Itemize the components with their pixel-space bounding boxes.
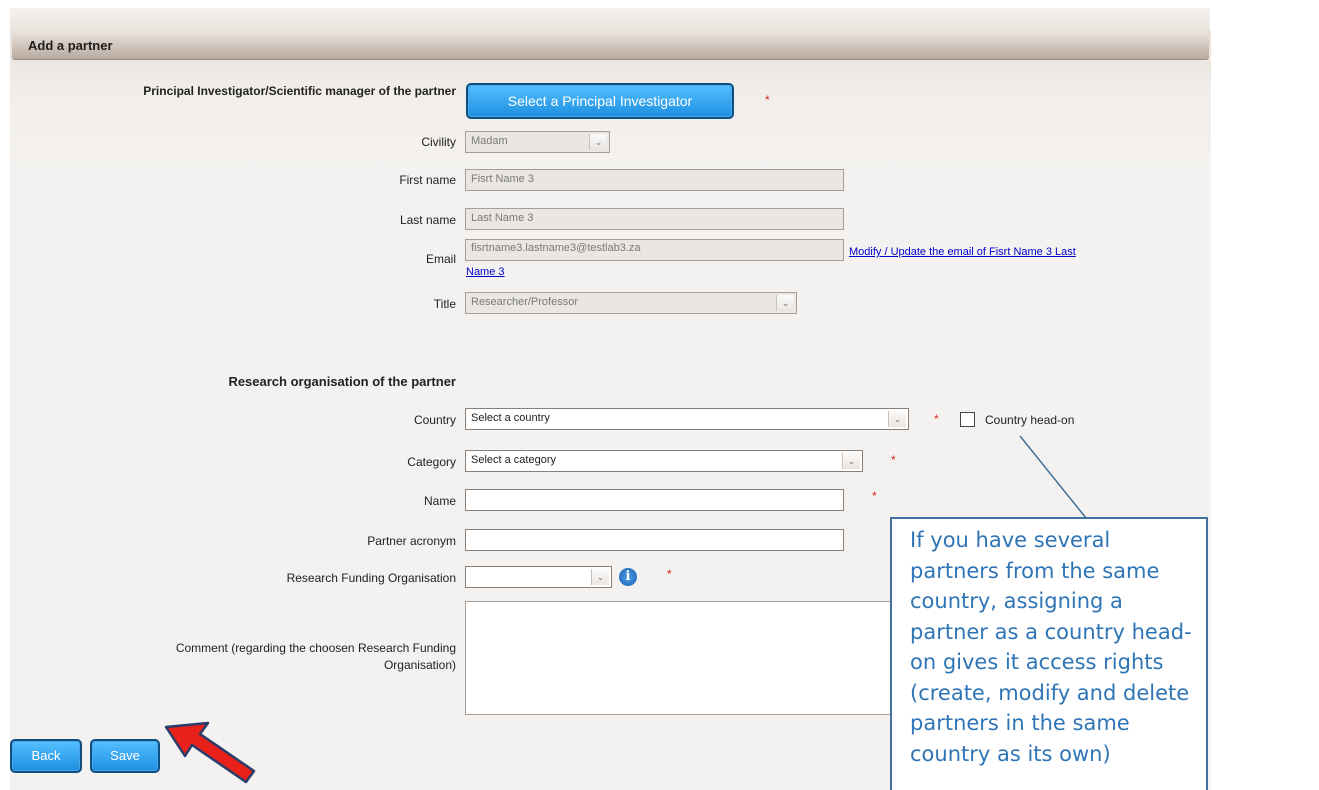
last-name-label: Last name: [399, 213, 456, 227]
country-head-on-checkbox[interactable]: [960, 412, 975, 427]
country-label: Country: [413, 413, 456, 427]
category-value: Select a category: [471, 454, 556, 466]
required-star: *: [872, 489, 877, 503]
civility-value: Madam: [471, 135, 508, 147]
top-strip: [10, 8, 1210, 30]
red-arrow-annotation: [164, 721, 256, 784]
country-select[interactable]: Select a country ⌄: [465, 408, 909, 430]
comment-textarea[interactable]: [465, 601, 905, 715]
required-star: *: [934, 412, 939, 426]
pi-label-text: Principal Investigator/Scientific manage…: [143, 84, 456, 98]
title-select[interactable]: Researcher/Professor ⌄: [465, 292, 797, 314]
modify-email-link-line1[interactable]: Modify / Update the email of Fisrt Name …: [849, 246, 1076, 258]
rfo-label: Research Funding Organisation: [286, 571, 456, 585]
civility-select[interactable]: Madam ⌄: [465, 131, 610, 153]
comment-label: Comment (regarding the choosen Research …: [60, 640, 456, 674]
title-value: Researcher/Professor: [471, 296, 578, 308]
back-button[interactable]: Back: [10, 739, 82, 773]
save-button[interactable]: Save: [90, 739, 160, 773]
email-field[interactable]: fisrtname3.lastname3@testlab3.za: [465, 239, 844, 261]
callout-connector-line: [1019, 435, 1087, 519]
info-icon[interactable]: i: [619, 568, 637, 586]
country-value: Select a country: [471, 412, 550, 424]
partner-acronym-field[interactable]: [465, 529, 844, 551]
page-title: Add a partner: [28, 38, 113, 53]
chevron-down-icon: ⌄: [589, 134, 607, 150]
first-name-field[interactable]: Fisrt Name 3: [465, 169, 844, 191]
partner-acronym-label: Partner acronym: [367, 534, 456, 548]
rfo-select[interactable]: ⌄: [465, 566, 612, 588]
chevron-down-icon: ⌄: [776, 295, 794, 311]
required-star: *: [765, 93, 770, 107]
category-select[interactable]: Select a category ⌄: [465, 450, 863, 472]
comment-label-line2: Organisation): [383, 658, 456, 672]
name-field[interactable]: [465, 489, 844, 511]
chevron-down-icon: ⌄: [888, 411, 906, 427]
country-head-on-callout: If you have several partners from the sa…: [890, 517, 1208, 790]
chevron-down-icon: ⌄: [591, 569, 609, 585]
category-label: Category: [407, 455, 456, 469]
modify-email-link-line2[interactable]: Name 3: [466, 266, 505, 278]
title-label: Title: [433, 297, 456, 311]
name-label: Name: [423, 494, 456, 508]
section-header-bar: [12, 32, 1209, 60]
research-organisation-heading: Research organisation of the partner: [228, 374, 456, 389]
select-principal-investigator-button[interactable]: Select a Principal Investigator: [466, 83, 734, 119]
email-label: Email: [425, 252, 456, 266]
country-head-on-label: Country head-on: [985, 413, 1075, 427]
pi-label: Principal Investigator/Scientific manage…: [60, 83, 456, 99]
required-star: *: [891, 453, 896, 467]
first-name-label: First name: [399, 173, 456, 187]
required-star: *: [667, 567, 672, 581]
last-name-field[interactable]: Last Name 3: [465, 208, 844, 230]
comment-label-line1: Comment (regarding the choosen Research …: [175, 641, 456, 655]
civility-label: Civility: [421, 135, 456, 149]
chevron-down-icon: ⌄: [842, 453, 860, 469]
